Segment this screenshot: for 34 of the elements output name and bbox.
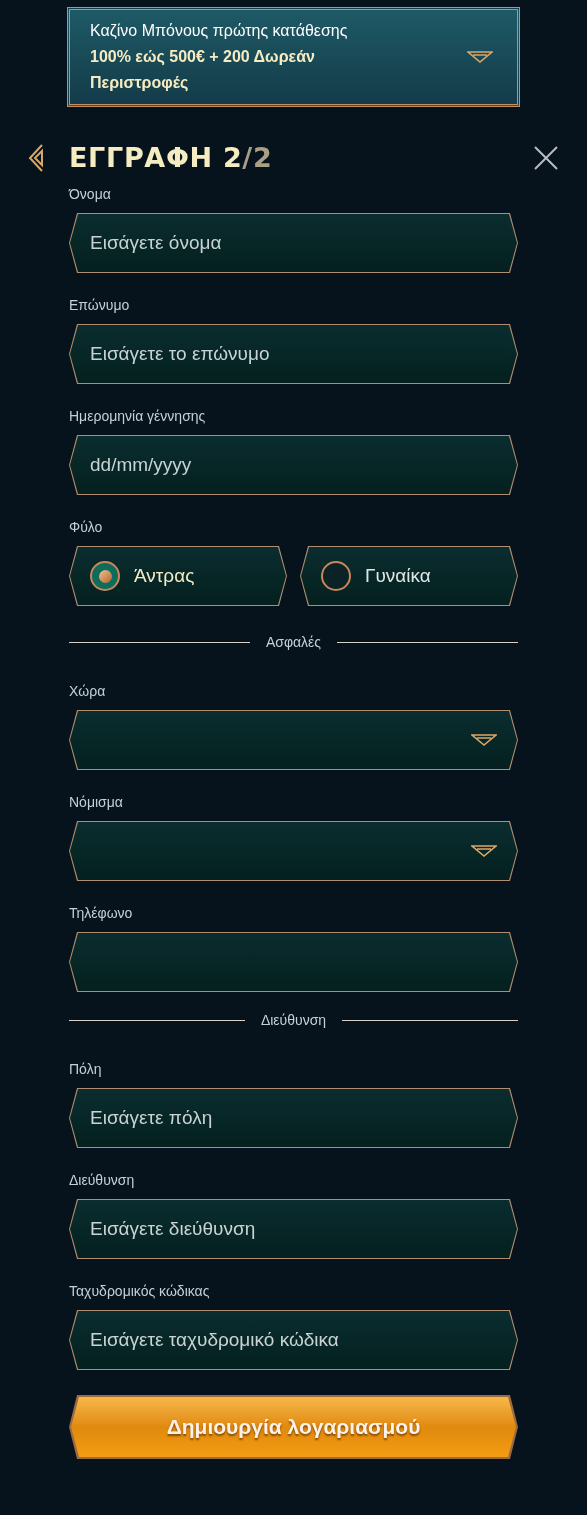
select-field[interactable] [70, 711, 517, 769]
bonus-banner[interactable]: Καζίνο Μπόνους πρώτης κατάθεσης 100% εώς 500€ + 200 Δωρεάν Περιστροφές [67, 7, 520, 107]
section-label: Διεύθυνση [260, 1011, 327, 1030]
field-label: Πόλη [69, 1060, 102, 1079]
input-field[interactable] [70, 933, 517, 991]
field-label: Νόμισμα [69, 793, 123, 812]
radio-option[interactable]: Γυναίκα [301, 547, 517, 605]
field-label: Ταχυδρομικός κώδικας [69, 1282, 210, 1301]
expand-icon [467, 50, 493, 64]
field-label: Όνομα [69, 185, 111, 204]
input-field[interactable]: Εισάγετε ταχυδρομικό κώδικα [70, 1311, 517, 1369]
radio-label: Άντρας [134, 563, 195, 588]
input-field[interactable]: dd/mm/yyyy [70, 436, 517, 494]
banner-text: Καζίνο Μπόνους πρώτης κατάθεσης [90, 21, 349, 41]
input-field[interactable]: Εισάγετε όνομα [70, 214, 517, 272]
back-icon[interactable] [28, 143, 44, 173]
radio-label: Γυναίκα [365, 563, 431, 588]
input-field[interactable]: Εισάγετε διεύθυνση [70, 1200, 517, 1258]
field-label: Τηλέφωνο [69, 904, 133, 923]
dropdown-icon [471, 844, 497, 858]
input-field[interactable]: Εισάγετε το επώνυμο [70, 325, 517, 383]
radio-option[interactable]: Άντρας [70, 547, 286, 605]
close-icon[interactable] [533, 145, 559, 171]
select-field[interactable] [70, 822, 517, 880]
input-field[interactable]: Εισάγετε πόλη [70, 1089, 517, 1147]
field-label: Επώνυμο [69, 296, 130, 315]
field-label: Διεύθυνση [69, 1171, 135, 1190]
field-label: Χώρα [69, 682, 106, 701]
banner-offer: 100% εώς 500€ + 200 Δωρεάν Περιστροφές [90, 47, 316, 93]
field-label: Φύλο [69, 518, 103, 537]
field-label: Ημερομηνία γέννησης [69, 407, 206, 426]
form-title: ΕΓΓΡΑΦΗ 2/2 [69, 140, 273, 175]
dropdown-icon [471, 733, 497, 747]
section-label: Ασφαλές [265, 633, 322, 652]
